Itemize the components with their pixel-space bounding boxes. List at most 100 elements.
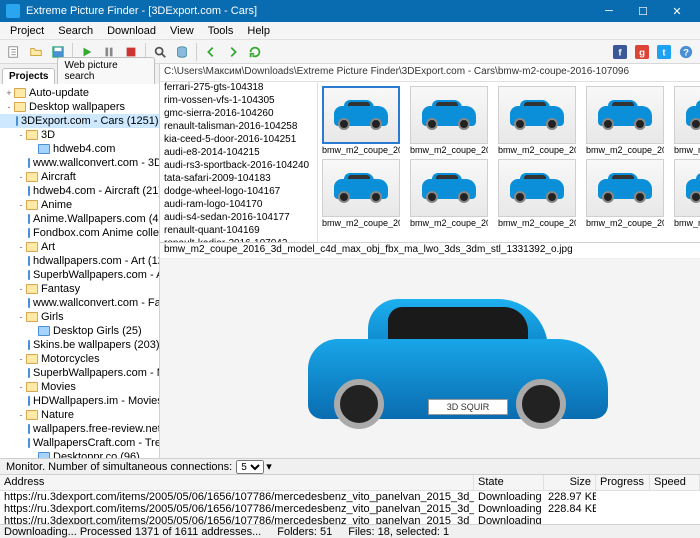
thumbnail[interactable]: bmw_m2_coupe_2016_3d... [586,159,664,228]
tree-node[interactable]: www.wallconvert.com - Fantasy (92) [0,296,159,310]
tree-node[interactable]: SuperbWallpapers.com - Artistic (99) [0,268,159,282]
download-row[interactable]: https://ru.3dexport.com/items/2005/05/06… [0,491,700,503]
tree-node[interactable]: -3D [0,128,159,142]
thumbnail[interactable]: bmw_m2_coupe_2016_3d... [674,86,700,155]
tree-node[interactable]: -Anime [0,198,159,212]
close-button[interactable]: ✕ [660,0,694,22]
open-button[interactable] [26,42,46,62]
refresh-button[interactable] [245,42,265,62]
menu-view[interactable]: View [164,24,200,38]
thumbnail[interactable]: bmw_m2_coupe_2016_3d... [498,86,576,155]
tree-node[interactable]: -Motorcycles [0,352,159,366]
twitter-icon[interactable]: t [654,42,674,62]
menu-tools[interactable]: Tools [202,24,240,38]
thumbnail[interactable]: bmw_m2_coupe_2016_3d... [410,86,488,155]
preview-filename: bmw_m2_coupe_2016_3d_model_c4d_max_obj_f… [160,243,700,259]
menubar: ProjectSearchDownloadViewToolsHelp [0,22,700,40]
svg-text:?: ? [683,47,689,58]
thumbnail[interactable]: bmw_m2_coupe_2016_3d... [498,159,576,228]
tree-node[interactable]: Anime.Wallpapers.com (46) [0,212,159,226]
tree-node[interactable]: WallpapersCraft.com - Trees (64) [0,436,159,450]
tree-node[interactable]: hdwallpapers.com - Art (123) [0,254,159,268]
folder-item[interactable]: renault-talisman-2016-104258 [160,121,317,134]
new-project-button[interactable] [4,42,24,62]
folder-item[interactable]: audi-s4-sedan-2016-104177 [160,212,317,225]
tree-node[interactable]: 3DExport.com - Cars (1251) [0,114,159,128]
tree-node[interactable]: Skins.be wallpapers (203) [0,338,159,352]
download-header[interactable]: Address State Size Progress Speed [0,475,700,491]
thumbnail[interactable]: bmw_m2_coupe_2016_3d... [410,159,488,228]
tree-node[interactable]: -Fantasy [0,282,159,296]
col-speed[interactable]: Speed [650,475,700,490]
left-tabstrip: Projects Web picture search [0,64,159,84]
status-folders: Folders: 51 [277,526,332,538]
tree-node[interactable]: +Auto-update [0,86,159,100]
tree-node[interactable]: Fondbox.com Anime collection (7) [0,226,159,240]
google-icon[interactable]: g [632,42,652,62]
left-panel: Projects Web picture search +Auto-update… [0,64,160,458]
tree-node[interactable]: HDWallpapers.im - Movies (341) [0,394,159,408]
tree-node[interactable]: Desktoppr.co (96) [0,450,159,458]
tab-projects[interactable]: Projects [2,68,55,84]
col-size[interactable]: Size [544,475,596,490]
tree-node[interactable]: SuperbWallpapers.com - Motorcycles [0,366,159,380]
database-button[interactable] [172,42,192,62]
thumbnail-grid[interactable]: bmw_m2_coupe_2016_3d...bmw_m2_coupe_2016… [318,82,700,242]
thumbnail[interactable]: bmw_m2_coupe_2016_3d... [322,159,400,228]
window-title: Extreme Picture Finder - [3DExport.com -… [26,5,592,17]
preview-panel: bmw_m2_coupe_2016_3d_model_c4d_max_obj_f… [160,242,700,458]
back-button[interactable] [201,42,221,62]
folder-item[interactable]: kia-ceed-5-door-2016-104251 [160,134,317,147]
project-tree[interactable]: +Auto-update-Desktop wallpapers3DExport.… [0,84,159,458]
tree-node[interactable]: -Girls [0,310,159,324]
svg-text:g: g [639,47,645,58]
tree-node[interactable]: hdweb4.com [0,142,159,156]
folder-item[interactable]: dodge-wheel-logo-104167 [160,186,317,199]
maximize-button[interactable]: ☐ [626,0,660,22]
col-state[interactable]: State [474,475,544,490]
tree-node[interactable]: hdweb4.com - Aircraft (21) [0,184,159,198]
tree-node[interactable]: -Desktop wallpapers [0,100,159,114]
tree-node[interactable]: wallpapers.free-review.net - Nature (0) [0,422,159,436]
download-panel: Address State Size Progress Speed https:… [0,474,700,524]
tree-node[interactable]: -Aircraft [0,170,159,184]
folder-item[interactable]: tata-safari-2009-104183 [160,173,317,186]
minimize-button[interactable]: ─ [592,0,626,22]
facebook-icon[interactable]: f [610,42,630,62]
status-files: Files: 18, selected: 1 [348,526,449,538]
tree-node[interactable]: Desktop Girls (25) [0,324,159,338]
folder-list[interactable]: ferrari-275-gts-104318rim-vossen-vfs-1-1… [160,82,318,242]
help-icon[interactable]: ? [676,42,696,62]
thumbnail[interactable]: bmw_m2_coupe_2016_3d... [674,159,700,228]
folder-item[interactable]: rim-vossen-vfs-1-104305 [160,95,317,108]
folder-item[interactable]: gmc-sierra-2016-104260 [160,108,317,121]
tree-node[interactable]: -Nature [0,408,159,422]
folder-item[interactable]: renault-quant-104169 [160,225,317,238]
tree-node[interactable]: -Art [0,240,159,254]
app-icon [6,4,20,18]
folder-item[interactable]: audi-rs3-sportback-2016-104240 [160,160,317,173]
folder-item[interactable]: audi-ram-logo-104170 [160,199,317,212]
connections-select[interactable]: 5 [236,460,264,474]
menu-project[interactable]: Project [4,24,50,38]
col-progress[interactable]: Progress [596,475,650,490]
menu-download[interactable]: Download [101,24,162,38]
folder-item[interactable]: audi-e8-2014-104215 [160,147,317,160]
preview-image: 3D SQUIR [160,259,700,458]
tree-node[interactable]: www.wallconvert.com - 3D (109) [0,156,159,170]
menu-help[interactable]: Help [241,24,276,38]
tree-node[interactable]: -Movies [0,380,159,394]
path-bar: C:\Users\Максим\Downloads\Extreme Pictur… [160,64,700,82]
menu-search[interactable]: Search [52,24,99,38]
monitor-bar: Monitor. Number of simultaneous connecti… [0,458,700,474]
download-row[interactable]: https://ru.3dexport.com/items/2005/05/06… [0,503,700,515]
tab-web-search[interactable]: Web picture search [57,57,155,84]
thumbnail[interactable]: bmw_m2_coupe_2016_3d... [322,86,400,155]
thumbnail[interactable]: bmw_m2_coupe_2016_3d... [586,86,664,155]
forward-button[interactable] [223,42,243,62]
download-row[interactable]: https://ru.3dexport.com/items/2005/05/06… [0,515,700,524]
statusbar: Downloading... Processed 1371 of 1611 ad… [0,524,700,538]
folder-item[interactable]: ferrari-275-gts-104318 [160,82,317,95]
titlebar: Extreme Picture Finder - [3DExport.com -… [0,0,700,22]
col-address[interactable]: Address [0,475,474,490]
